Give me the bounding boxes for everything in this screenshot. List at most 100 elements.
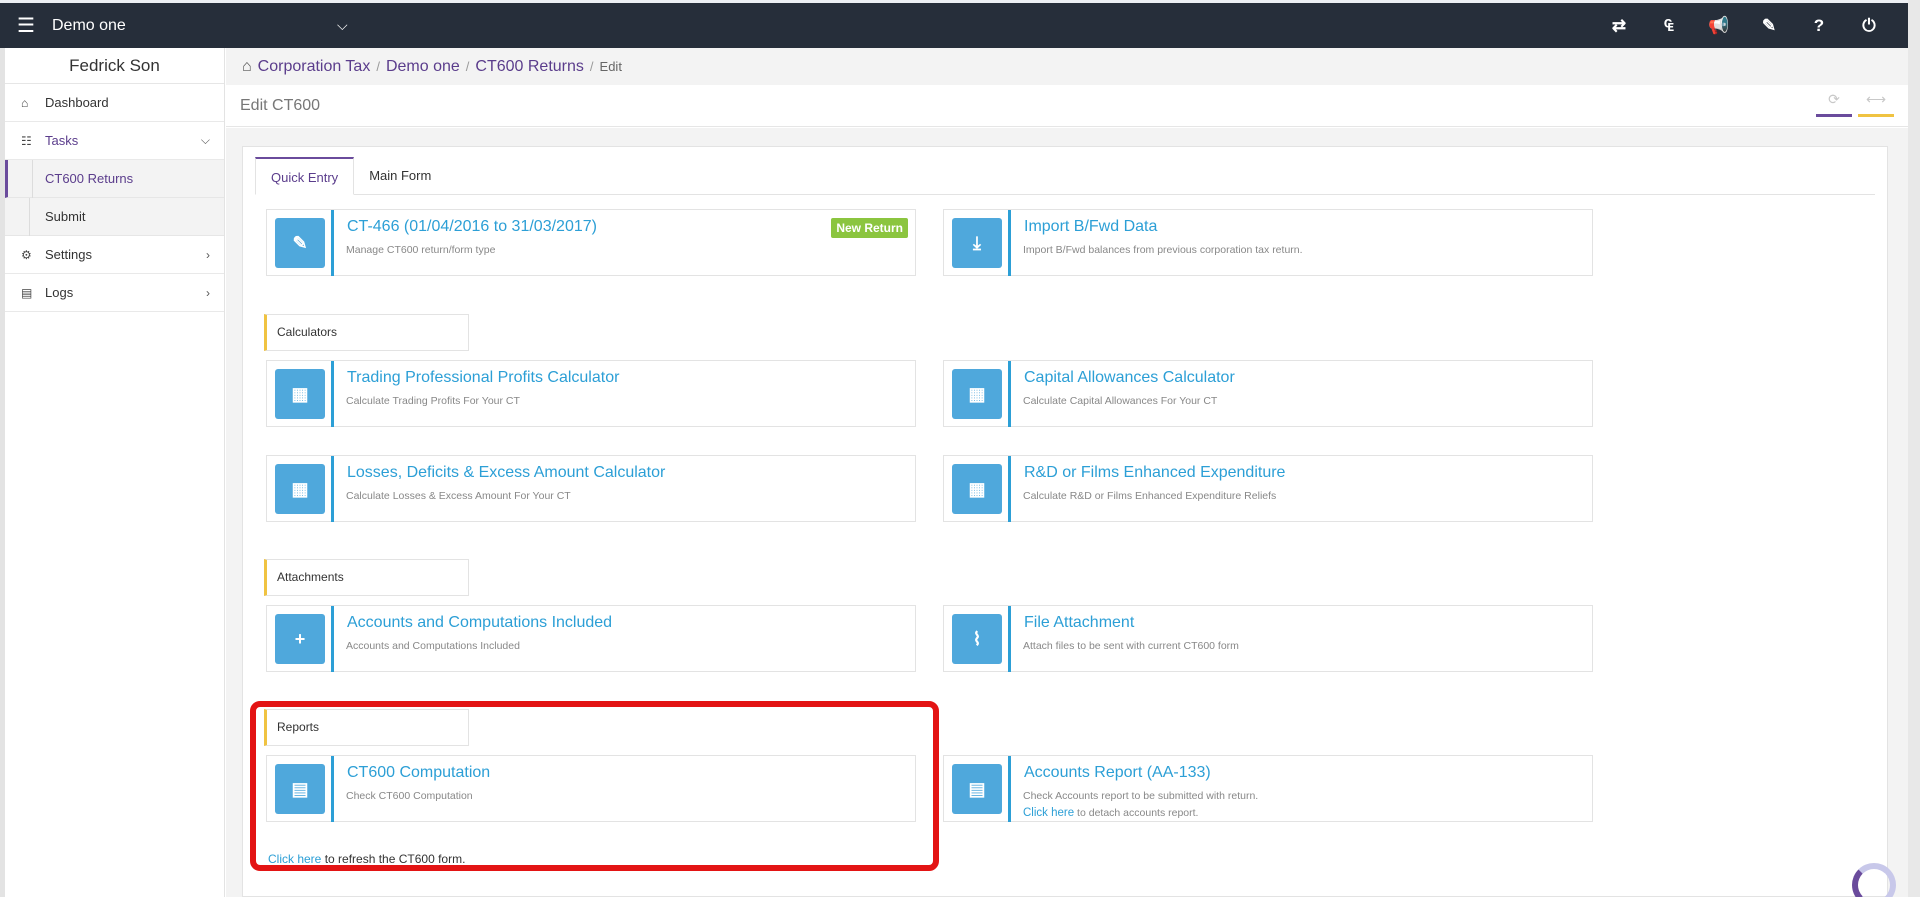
chevron-down-icon[interactable]: ⌵ — [337, 17, 377, 34]
download-icon: ⤓ — [952, 218, 1002, 268]
document-icon: ▤ — [952, 764, 1002, 814]
detach-text: to detach accounts report. — [1074, 807, 1199, 819]
calculator-icon: ▦ — [275, 464, 325, 514]
sidebar-item-dashboard[interactable]: ⌂ Dashboard — [5, 84, 224, 122]
card-title[interactable]: Trading Professional Profits Calculator — [347, 369, 619, 387]
sidebar-item-tasks[interactable]: ☷ Tasks ⌵ — [5, 122, 224, 160]
card-rnd[interactable]: ▦ R&D or Films Enhanced Expenditure Calc… — [943, 455, 1593, 522]
tab-quick-entry[interactable]: Quick Entry — [255, 157, 355, 195]
card-return[interactable]: ✎ CT-466 (01/04/2016 to 31/03/2017) Mana… — [266, 209, 916, 276]
card-accent — [1008, 606, 1011, 672]
card-title[interactable]: CT-466 (01/04/2016 to 31/03/2017) — [347, 218, 597, 236]
card-losses[interactable]: ▦ Losses, Deficits & Excess Amount Calcu… — [266, 455, 916, 522]
card-desc: Manage CT600 return/form type — [346, 244, 496, 256]
breadcrumb-separator: / — [465, 59, 470, 74]
card-desc: Calculate Trading Profits For Your CT — [346, 395, 520, 407]
ticket-icon[interactable]: ✎ — [1744, 16, 1794, 36]
new-return-badge: New Return — [831, 218, 908, 238]
chevron-right-icon: › — [206, 247, 210, 262]
card-accent — [1008, 361, 1011, 427]
tasks-icon: ☷ — [21, 133, 32, 148]
sidebar-item-submit[interactable]: Submit — [5, 198, 224, 236]
sidebar-item-label: Dashboard — [45, 95, 109, 110]
calculator-icon: ▦ — [952, 464, 1002, 514]
card-desc: Attach files to be sent with current CT6… — [1023, 640, 1239, 652]
card-title[interactable]: Losses, Deficits & Excess Amount Calcula… — [347, 464, 665, 482]
breadcrumb-current: Edit — [599, 59, 622, 74]
card-title[interactable]: R&D or Films Enhanced Expenditure — [1024, 464, 1285, 482]
card-desc: Calculate R&D or Films Enhanced Expendit… — [1023, 490, 1277, 502]
section-calculators: Calculators — [264, 314, 469, 351]
edit-icon: ✎ — [275, 218, 325, 268]
sidebar-item-logs[interactable]: ▤ Logs › — [5, 274, 224, 312]
refresh-icon[interactable]: ⟳ — [1816, 91, 1852, 117]
currency-icon[interactable]: ₠ — [1644, 16, 1694, 36]
section-attachments: Attachments — [264, 559, 469, 596]
card-accent — [1008, 756, 1011, 822]
highlight-box — [250, 701, 939, 871]
card-accounts-report[interactable]: ▤ Accounts Report (AA-133) Check Account… — [943, 755, 1593, 822]
home-icon[interactable]: ⌂ — [242, 58, 252, 76]
card-desc: Import B/Fwd balances from previous corp… — [1023, 244, 1303, 256]
top-icons: ⇄ ₠ 📢 ✎ ? ⏻ — [1594, 3, 1894, 48]
megaphone-icon[interactable]: 📢 — [1694, 16, 1744, 36]
card-capital[interactable]: ▦ Capital Allowances Calculator Calculat… — [943, 360, 1593, 427]
breadcrumb-corporation-tax[interactable]: Corporation Tax — [258, 58, 371, 76]
card-desc: Check Accounts report to be submitted wi… — [1023, 790, 1259, 802]
card-accent — [331, 456, 334, 522]
breadcrumb-demo-one[interactable]: Demo one — [386, 58, 460, 76]
calculator-icon: ▦ — [275, 369, 325, 419]
home-icon: ⌂ — [21, 95, 29, 110]
breadcrumb-separator: / — [376, 59, 380, 74]
card-accent — [1008, 456, 1011, 522]
power-icon[interactable]: ⏻ — [1844, 16, 1894, 36]
tab-main-form[interactable]: Main Form — [354, 157, 446, 195]
gear-icon: ⚙ — [21, 247, 32, 262]
card-accent — [331, 210, 334, 276]
sidebar-item-ct600-returns[interactable]: CT600 Returns — [5, 160, 224, 198]
help-icon[interactable]: ? — [1794, 16, 1844, 36]
sidebar-item-label: Tasks — [45, 133, 79, 148]
sidebar-item-label: Settings — [45, 247, 92, 262]
chevron-down-icon: ⌵ — [200, 133, 210, 147]
exchange-icon[interactable]: ⇄ — [1594, 16, 1644, 36]
file-icon: ▤ — [21, 285, 33, 300]
card-import[interactable]: ⤓ Import B/Fwd Data Import B/Fwd balance… — [943, 209, 1593, 276]
header-tools: ⟳ ⟷ — [1810, 91, 1894, 117]
user-name: Fedrick Son — [5, 48, 224, 84]
chevron-right-icon: › — [206, 285, 210, 300]
paperclip-icon: ⌇ — [952, 614, 1002, 664]
card-accent — [1008, 210, 1011, 276]
card-title[interactable]: Import B/Fwd Data — [1024, 218, 1157, 236]
breadcrumb-ct600-returns[interactable]: CT600 Returns — [475, 58, 584, 76]
page-title: Edit CT600 — [240, 96, 321, 114]
card-title[interactable]: File Attachment — [1024, 614, 1134, 632]
screen: ☰ Demo one ⌵ ⇄ ₠ 📢 ✎ ? ⏻ Fedrick Son ⌂ D… — [0, 0, 1920, 897]
card-accent — [331, 361, 334, 427]
calculator-icon: ▦ — [952, 369, 1002, 419]
card-accent — [331, 606, 334, 672]
card-title[interactable]: Accounts Report (AA-133) — [1024, 764, 1211, 782]
scrollbar[interactable] — [1908, 0, 1920, 897]
card-accounts-included[interactable]: + Accounts and Computations Included Acc… — [266, 605, 916, 672]
company-name[interactable]: Demo one — [52, 17, 337, 35]
card-title[interactable]: Capital Allowances Calculator — [1024, 369, 1235, 387]
detach-link[interactable]: Click here — [1023, 807, 1074, 819]
card-desc: Calculate Losses & Excess Amount For You… — [346, 490, 571, 502]
plus-icon: + — [275, 614, 325, 664]
breadcrumb-separator: / — [589, 59, 594, 74]
tab-bar: Quick Entry Main Form — [255, 157, 1875, 195]
hamburger-icon[interactable]: ☰ — [0, 13, 52, 38]
breadcrumb: ⌂ Corporation Tax / Demo one / CT600 Ret… — [226, 48, 1908, 85]
card-file-attachment[interactable]: ⌇ File Attachment Attach files to be sen… — [943, 605, 1593, 672]
card-desc: Accounts and Computations Included — [346, 640, 520, 652]
detach-line: Click here to detach accounts report. — [1023, 807, 1198, 819]
sidebar-item-settings[interactable]: ⚙ Settings › — [5, 236, 224, 274]
page-header: Edit CT600 ⟳ ⟷ — [226, 85, 1908, 127]
expand-icon[interactable]: ⟷ — [1858, 91, 1894, 117]
card-trading[interactable]: ▦ Trading Professional Profits Calculato… — [266, 360, 916, 427]
sidebar-item-label: Logs — [45, 285, 74, 300]
card-desc: Calculate Capital Allowances For Your CT — [1023, 395, 1218, 407]
card-title[interactable]: Accounts and Computations Included — [347, 614, 612, 632]
sidebar: Fedrick Son ⌂ Dashboard ☷ Tasks ⌵ CT600 … — [0, 48, 225, 897]
